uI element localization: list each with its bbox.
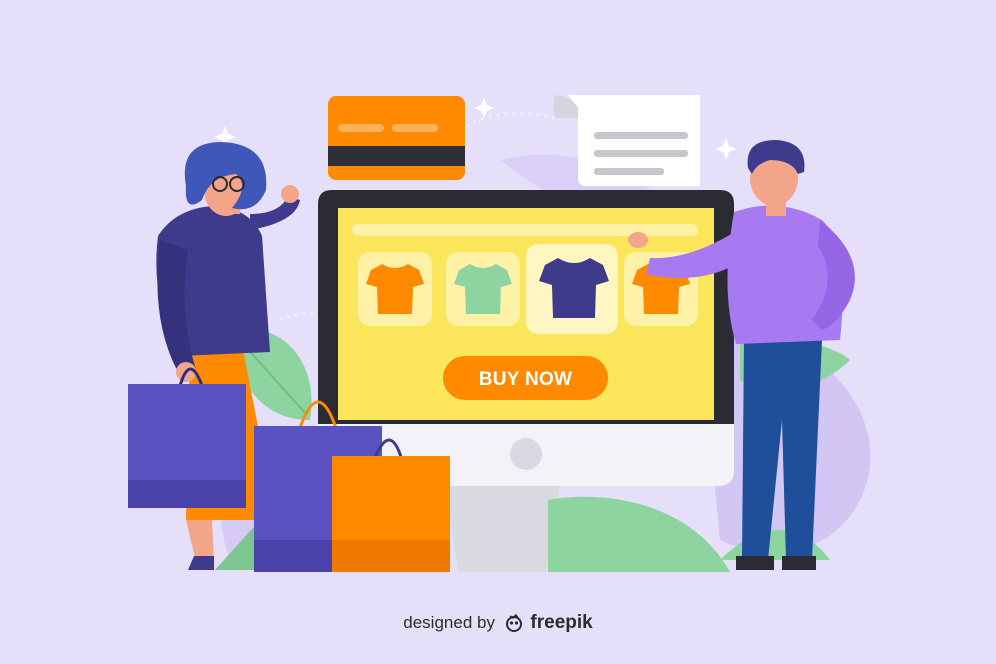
product-card-navy-shirt-selected[interactable]: [526, 244, 618, 334]
buy-now-button[interactable]: BUY NOW: [443, 356, 608, 400]
credit-prefix: designed by: [403, 613, 495, 632]
monitor-stand: [446, 486, 730, 572]
shopping-bag-icon: [128, 367, 246, 508]
product-grid[interactable]: [358, 244, 698, 334]
product-card-orange-shirt[interactable]: [358, 252, 432, 326]
shopping-bag-icon: [332, 438, 450, 572]
credit-brand: freepik: [530, 612, 593, 633]
buy-now-label: BUY NOW: [479, 369, 573, 390]
credit-card-icon: [328, 96, 465, 180]
sparkle-icon: [715, 138, 737, 160]
shopping-illustration: BUY NOW: [128, 95, 871, 572]
screen-address-bar: [352, 224, 698, 236]
freepik-credit: designed by freepik: [0, 612, 996, 634]
product-card-green-shirt[interactable]: [446, 252, 520, 326]
freepik-logo-icon: [505, 614, 522, 632]
monitor-power-dot: [510, 438, 542, 470]
sparkle-icon: [474, 98, 494, 118]
